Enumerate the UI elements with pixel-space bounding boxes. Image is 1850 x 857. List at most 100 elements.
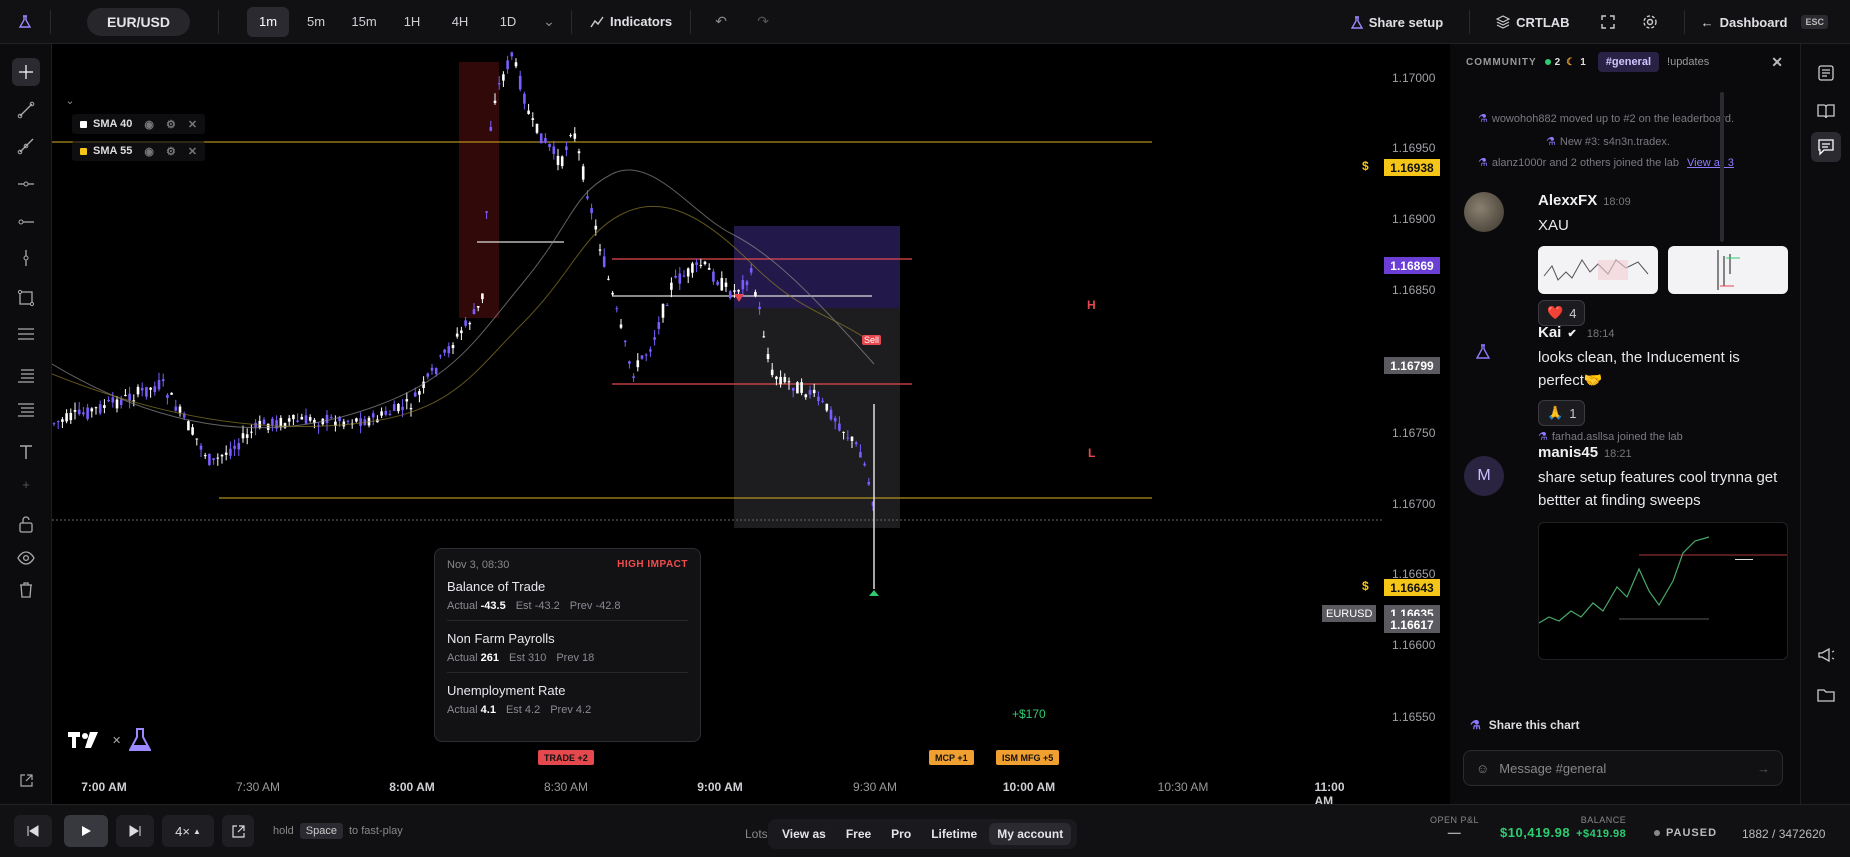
symbol-selector-button[interactable]: EUR/USD: [87, 7, 191, 36]
gear-icon[interactable]: [1636, 8, 1664, 36]
redo-icon[interactable]: ↷: [749, 8, 777, 36]
collapse-legend-icon[interactable]: ⌄: [60, 90, 80, 110]
scrollbar[interactable]: [1720, 92, 1724, 242]
avatar[interactable]: [1464, 192, 1504, 232]
chevron-down-icon[interactable]: ⌄: [535, 8, 563, 36]
message-author[interactable]: manis45 18:21: [1538, 444, 1632, 461]
est-value: -43.2: [534, 600, 560, 612]
timeframe-5m[interactable]: 5m: [295, 7, 337, 37]
send-icon[interactable]: →: [1757, 761, 1770, 776]
event-tag-mcp[interactable]: MCP +1: [929, 750, 974, 765]
plan-pro[interactable]: Pro: [883, 823, 919, 845]
chat-icon[interactable]: [1811, 132, 1841, 162]
candle-body: [493, 100, 497, 104]
vertical-line-icon[interactable]: [12, 244, 40, 272]
candle-body: [619, 324, 623, 328]
chart-screenshot-attachment[interactable]: [1538, 522, 1788, 660]
fullscreen-icon[interactable]: [1594, 8, 1622, 36]
plus-icon[interactable]: +: [12, 470, 40, 498]
parallel-channel-icon[interactable]: [12, 320, 40, 348]
price-alert-icon[interactable]: $: [1362, 579, 1369, 593]
price-chart[interactable]: [52, 44, 1382, 804]
message-input[interactable]: ☺ Message #general →: [1463, 750, 1783, 786]
event-tag-trade[interactable]: TRADE +2: [538, 750, 594, 765]
timeframe-1d[interactable]: 1D: [487, 7, 529, 37]
eye-icon[interactable]: [12, 544, 40, 572]
settings-icon[interactable]: ⚙: [166, 118, 176, 131]
candle-body: [216, 457, 220, 459]
external-link-icon[interactable]: [12, 766, 40, 794]
price-alert-icon[interactable]: $: [1362, 159, 1369, 173]
message-author[interactable]: AlexxFX 18:09: [1538, 192, 1631, 209]
trash-icon[interactable]: [12, 576, 40, 604]
sell-marker-label[interactable]: Sell: [862, 335, 882, 345]
speed-selector[interactable]: 4× ▲: [162, 815, 214, 847]
eye-icon[interactable]: ◉: [144, 145, 154, 158]
chart-canvas[interactable]: [52, 44, 1382, 804]
undo-icon[interactable]: ↶: [707, 8, 735, 36]
candle-body: [262, 419, 266, 425]
share-chart-button[interactable]: ⚗ Share this chart: [1470, 718, 1579, 732]
indicator-legend-sma40[interactable]: SMA 40 ◉ ⚙ ✕: [72, 114, 206, 134]
dashboard-button[interactable]: ← Dashboard ESC: [1701, 15, 1828, 30]
reaction-heart[interactable]: ❤️ 4: [1538, 300, 1586, 326]
price-label-alert-low[interactable]: 1.16643: [1384, 579, 1440, 596]
reaction-pray[interactable]: 🙏 1: [1538, 400, 1586, 426]
timeframe-1m[interactable]: 1m: [247, 6, 290, 37]
horizontal-line-icon[interactable]: [12, 170, 40, 198]
external-link-icon: [231, 824, 245, 838]
text-tool-icon[interactable]: [12, 438, 40, 466]
rectangle-icon[interactable]: [12, 284, 40, 312]
fib-retracement-icon[interactable]: [12, 362, 40, 390]
timeframe-4h[interactable]: 4H: [439, 7, 481, 37]
timeframe-1h[interactable]: 1H: [391, 7, 433, 37]
trendline-icon[interactable]: [12, 96, 40, 124]
channel-updates-tab[interactable]: !updates: [1667, 56, 1709, 68]
lock-icon[interactable]: [12, 510, 40, 538]
plan-lifetime[interactable]: Lifetime: [923, 823, 985, 845]
lab-flask-icon[interactable]: [0, 0, 50, 44]
event-tag-ism[interactable]: ISM MFG +5: [996, 750, 1060, 765]
indicators-button[interactable]: Indicators: [590, 14, 672, 29]
fib-extension-icon[interactable]: [12, 396, 40, 424]
indicator-legend-sma55[interactable]: SMA 55 ◉ ⚙ ✕: [72, 141, 206, 161]
megaphone-icon[interactable]: [1811, 640, 1841, 670]
skip-forward-button[interactable]: [116, 815, 154, 847]
candle-body: [380, 411, 383, 416]
ray-icon[interactable]: [12, 132, 40, 160]
chart-thumbnail[interactable]: [1538, 246, 1658, 294]
candle-body: [674, 275, 677, 278]
candle-body: [796, 382, 799, 394]
view-all-link[interactable]: View all 3: [1687, 157, 1734, 169]
settings-icon[interactable]: ⚙: [166, 145, 176, 158]
price-label-alert-high[interactable]: 1.16938: [1384, 159, 1440, 176]
horizontal-ray-icon[interactable]: [12, 208, 40, 236]
skip-back-button[interactable]: [14, 815, 52, 847]
news-icon[interactable]: [1811, 58, 1841, 88]
folder-icon[interactable]: [1811, 680, 1841, 710]
timeframe-15m[interactable]: 15m: [343, 7, 385, 37]
plan-free[interactable]: Free: [838, 823, 879, 845]
plan-my-account[interactable]: My account: [989, 823, 1072, 845]
popout-button[interactable]: [222, 815, 254, 847]
candle-body: [296, 420, 299, 422]
channel-general-tab[interactable]: #general: [1597, 52, 1660, 72]
eye-icon[interactable]: ◉: [144, 118, 154, 131]
close-icon[interactable]: ✕: [188, 118, 197, 131]
close-icon[interactable]: ✕: [1771, 54, 1784, 71]
candle-body: [573, 133, 577, 139]
play-button[interactable]: [64, 815, 108, 847]
share-setup-button[interactable]: Share setup: [1350, 15, 1443, 30]
lab-switcher-button[interactable]: CRTLAB: [1496, 15, 1570, 30]
emoji-icon[interactable]: ☺: [1476, 761, 1489, 776]
close-icon[interactable]: ✕: [188, 145, 197, 158]
time-axis[interactable]: 7:00 AM 7:30 AM 8:00 AM 8:30 AM 9:00 AM …: [52, 772, 1382, 808]
message-author[interactable]: Kai ✔ 18:14: [1538, 324, 1614, 341]
book-icon[interactable]: [1811, 96, 1841, 126]
candle-body: [556, 155, 560, 165]
chart-thumbnail[interactable]: [1668, 246, 1788, 294]
crosshair-icon[interactable]: [12, 58, 40, 86]
high-label: H: [1087, 298, 1096, 312]
avatar[interactable]: M: [1464, 456, 1504, 496]
candle-body: [535, 123, 539, 133]
